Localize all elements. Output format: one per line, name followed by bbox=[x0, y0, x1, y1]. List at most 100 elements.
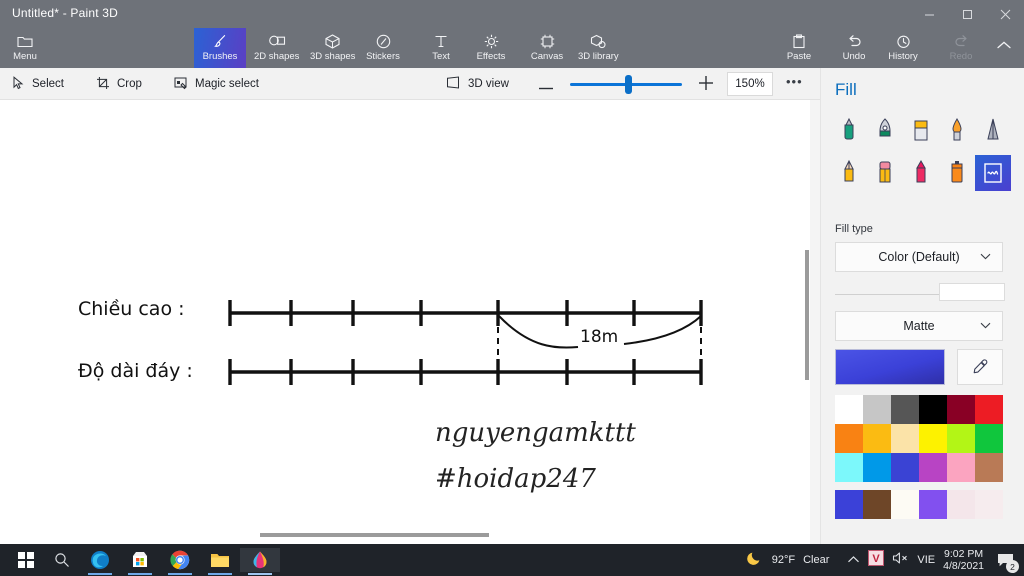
notification-center-button[interactable]: 2 bbox=[992, 548, 1019, 573]
ribbon-canvas[interactable]: Canvas bbox=[524, 28, 570, 68]
recent-swatch-6[interactable] bbox=[975, 490, 1003, 519]
fill-type-label: Fill type bbox=[835, 223, 873, 235]
fill-tool[interactable] bbox=[975, 155, 1011, 191]
swatch-lime[interactable] bbox=[947, 424, 975, 453]
paint3d-button[interactable] bbox=[240, 548, 280, 572]
swatch-cream[interactable] bbox=[891, 424, 919, 453]
swatch-dark-gray[interactable] bbox=[891, 395, 919, 424]
ribbon-redo-label: Redo bbox=[949, 51, 973, 62]
ribbon-brushes[interactable]: Brushes bbox=[194, 28, 246, 68]
base-length-label: Độ dài đáy : bbox=[78, 360, 193, 382]
swatch-light-gray[interactable] bbox=[863, 395, 891, 424]
notification-badge: 2 bbox=[1006, 560, 1019, 573]
brush-tool-grid bbox=[831, 110, 1015, 194]
tray-unikey-icon[interactable]: V bbox=[868, 549, 885, 571]
ribbon-2d-shapes[interactable]: 2D shapes bbox=[248, 28, 305, 68]
swatch-cyan[interactable] bbox=[835, 453, 863, 482]
swatch-dark-red[interactable] bbox=[947, 395, 975, 424]
zoom-slider-thumb[interactable] bbox=[625, 74, 632, 94]
window-controls bbox=[910, 0, 1024, 28]
material-dropdown[interactable]: Matte bbox=[835, 311, 1003, 341]
canvas-vertical-scrollbar[interactable] bbox=[805, 250, 809, 380]
palette-row-3 bbox=[835, 453, 1003, 482]
swatch-blue[interactable] bbox=[863, 453, 891, 482]
volume-muted-icon[interactable] bbox=[892, 551, 909, 570]
recent-swatch-3[interactable] bbox=[891, 490, 919, 519]
search-button[interactable] bbox=[42, 548, 82, 572]
drawing-canvas[interactable]: Chiều cao : Độ dài đáy : 18m nguyengamkt… bbox=[0, 100, 820, 544]
store-button[interactable] bbox=[120, 548, 160, 572]
eyedropper-button[interactable] bbox=[957, 349, 1003, 385]
weather-condition[interactable]: Clear bbox=[803, 554, 829, 566]
ribbon-undo[interactable]: Undo bbox=[831, 28, 877, 68]
ribbon-effects-label: Effects bbox=[476, 51, 506, 62]
select-button[interactable]: Select bbox=[12, 73, 64, 95]
recent-swatch-4[interactable] bbox=[919, 490, 947, 519]
recent-swatch-2[interactable] bbox=[863, 490, 891, 519]
oil-brush-tool[interactable] bbox=[903, 113, 939, 149]
swatch-white[interactable] bbox=[835, 395, 863, 424]
recent-swatch-5[interactable] bbox=[947, 490, 975, 519]
ribbon-text[interactable]: Text bbox=[418, 28, 464, 68]
clock[interactable]: 9:02 PM 4/8/2021 bbox=[943, 548, 984, 572]
edge-button[interactable] bbox=[80, 548, 120, 572]
input-language[interactable]: VIE bbox=[917, 554, 935, 566]
ribbon-stickers[interactable]: Stickers bbox=[360, 28, 406, 68]
3d-view-button-label: 3D view bbox=[468, 78, 509, 90]
crop-button[interactable]: Crop bbox=[96, 73, 142, 95]
3d-view-button[interactable]: 3D view bbox=[446, 73, 509, 95]
weather-temperature[interactable]: 92°F bbox=[772, 554, 795, 566]
zoom-out-button[interactable] bbox=[536, 76, 556, 93]
chrome-button[interactable] bbox=[160, 548, 200, 572]
paint3d-icon bbox=[253, 551, 267, 569]
swatch-black[interactable] bbox=[919, 395, 947, 424]
swatch-orange[interactable] bbox=[835, 424, 863, 453]
folder-icon bbox=[211, 553, 229, 567]
thickness-slider[interactable] bbox=[835, 283, 1005, 305]
explorer-button[interactable] bbox=[200, 548, 240, 572]
ribbon-menu[interactable]: Menu bbox=[2, 28, 48, 68]
swatch-red[interactable] bbox=[975, 395, 1003, 424]
fill-type-dropdown[interactable]: Color (Default) bbox=[835, 242, 1003, 272]
zoom-level-value[interactable]: 150% bbox=[727, 72, 773, 96]
pixel-pen-tool[interactable] bbox=[975, 113, 1011, 149]
swatch-brown[interactable] bbox=[975, 453, 1003, 482]
calligraphy-pen-tool[interactable] bbox=[867, 113, 903, 149]
start-button[interactable] bbox=[6, 548, 46, 572]
swatch-magenta[interactable] bbox=[919, 453, 947, 482]
panel-title: Fill bbox=[835, 80, 857, 99]
ribbon-paste[interactable]: Paste bbox=[776, 28, 822, 68]
swatch-yellow[interactable] bbox=[919, 424, 947, 453]
ribbon-text-label: Text bbox=[432, 51, 450, 62]
recent-swatch-1[interactable] bbox=[835, 490, 863, 519]
magic-select-button[interactable]: Magic select bbox=[174, 73, 259, 95]
ribbon-collapse-button[interactable] bbox=[988, 28, 1020, 68]
crayon-tool[interactable] bbox=[903, 155, 939, 191]
ribbon-history[interactable]: History bbox=[880, 28, 926, 68]
swatch-green[interactable] bbox=[975, 424, 1003, 453]
chevron-up-icon bbox=[996, 40, 1012, 56]
clock-time: 9:02 PM bbox=[944, 548, 984, 560]
swatch-indigo[interactable] bbox=[891, 453, 919, 482]
close-button[interactable] bbox=[986, 0, 1024, 28]
tray-expand-button[interactable] bbox=[847, 551, 860, 569]
swatch-pink[interactable] bbox=[947, 453, 975, 482]
watercolor-brush-tool[interactable] bbox=[939, 113, 975, 149]
more-options-button[interactable]: ••• bbox=[786, 74, 803, 89]
ribbon-3d-library[interactable]: 3D library bbox=[572, 28, 625, 68]
swatch-amber[interactable] bbox=[863, 424, 891, 453]
canvas-horizontal-scrollbar[interactable] bbox=[260, 533, 489, 537]
thickness-thumb[interactable] bbox=[939, 283, 1005, 301]
eraser-tool[interactable] bbox=[867, 155, 903, 191]
ribbon-effects[interactable]: Effects bbox=[468, 28, 514, 68]
zoom-in-button[interactable] bbox=[696, 75, 716, 94]
ribbon-stickers-label: Stickers bbox=[366, 51, 400, 62]
ribbon-3d-shapes[interactable]: 3D shapes bbox=[304, 28, 361, 68]
pencil-tool[interactable] bbox=[831, 155, 867, 191]
maximize-button[interactable] bbox=[948, 0, 986, 28]
zoom-slider[interactable] bbox=[570, 74, 682, 94]
minimize-button[interactable] bbox=[910, 0, 948, 28]
current-color-swatch[interactable] bbox=[835, 349, 945, 385]
spray-can-tool[interactable] bbox=[939, 155, 975, 191]
marker-tool[interactable] bbox=[831, 113, 867, 149]
